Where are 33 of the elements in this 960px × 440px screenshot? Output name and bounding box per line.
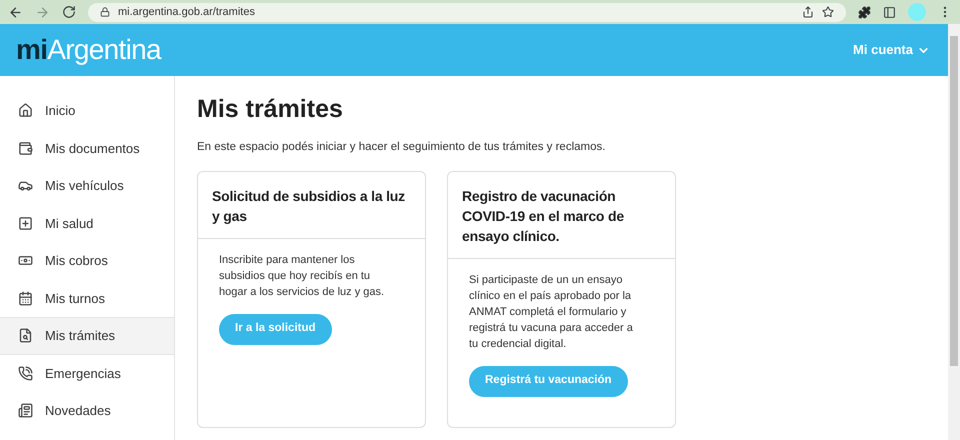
sidebar-item[interactable]: Mis trámites [0,317,174,354]
sidebar-item[interactable]: Mi salud [0,204,174,242]
sidebar-item[interactable]: Mis documentos [0,130,174,167]
back-icon[interactable] [8,4,23,20]
home-icon [18,103,33,118]
sidebar-item[interactable]: Inicio [0,92,174,130]
sidebar-item[interactable]: Emergencias [0,354,174,392]
plus-square-icon [18,216,33,231]
sidebar-item[interactable]: Novedades [0,392,174,430]
star-icon[interactable] [822,6,834,18]
document-search-icon [18,328,33,344]
sidebar-item[interactable]: Mis vehículos [0,167,174,204]
page-title: Mis trámites [197,94,344,125]
lock-icon [100,7,110,17]
card-description: Inscribite para mantener los subsidios que hoy recibís en tu hogar a los servicios de luz y gas. [219,252,386,300]
extensions-icon[interactable] [858,6,871,18]
share-icon[interactable] [802,6,814,18]
card-title: Registro de vacunación COVID-19 en el marco de ensayo clínico. [462,186,625,246]
card-title: Solicitud de subsidios a la luz y gas [212,186,406,226]
scrollbar[interactable] [948,24,960,440]
site-logo[interactable]: miArgentina [16,36,161,64]
side-panel-icon[interactable] [883,6,896,18]
card-description: Si participaste de un un ensayo clínico en el país aprobado por la ANMAT completá el formulario y registrá tu vacuna para acceder a tu credencial digital. [469,272,634,352]
intro-text: En este espacio podés iniciar y hacer el seguimiento de tus trámites y reclamos. [197,140,606,156]
address-bar[interactable]: mi.argentina.gob.ar/tramites [88,2,846,22]
url-text: mi.argentina.gob.ar/tramites [118,4,255,20]
phone-icon [18,366,33,381]
sidebar-item[interactable]: Mis cobros [0,242,174,280]
wallet-icon [18,140,33,156]
newspaper-icon [18,403,33,418]
calendar-icon [18,290,33,306]
reload-icon[interactable] [62,5,76,19]
sidebar-item[interactable]: Mis turnos [0,280,174,317]
